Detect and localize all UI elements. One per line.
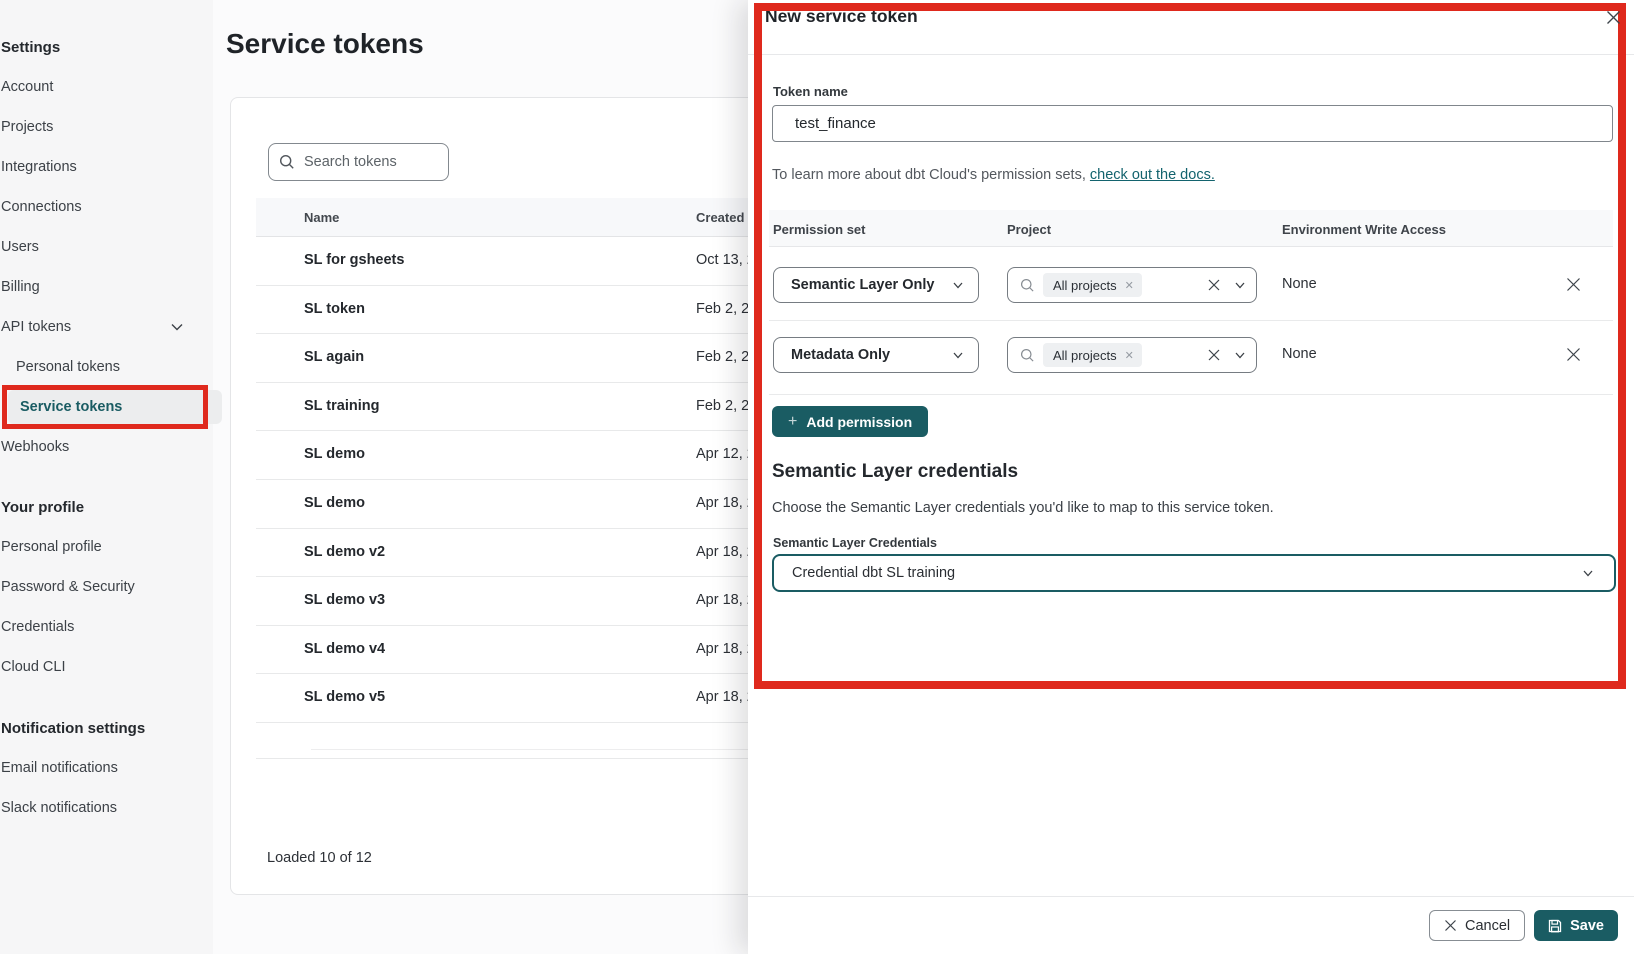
credentials-label: Semantic Layer Credentials [773,536,937,550]
sidebar-item-slack-notifications[interactable]: Slack notifications [0,788,213,828]
drawer-footer: Cancel Save [748,896,1634,954]
chevron-down-icon [1582,567,1594,579]
remove-permission-icon[interactable] [1560,341,1586,367]
sidebar-item-api-tokens[interactable]: API tokens [0,307,213,347]
divider [769,320,1613,321]
chevron-down-icon [170,320,184,334]
close-icon[interactable] [1601,5,1625,29]
sidebar-item-credentials[interactable]: Credentials [0,607,213,647]
sidebar-heading-notification-settings: Notification settings [0,708,213,748]
clear-icon[interactable] [1207,278,1221,292]
credentials-heading: Semantic Layer credentials [772,461,1018,483]
sidebar-item-webhooks[interactable]: Webhooks [0,427,213,467]
save-icon [1548,919,1562,933]
new-service-token-drawer: New service token Token name To learn mo… [748,0,1634,954]
permission-table-header [769,210,1613,247]
sidebar-item-password-security[interactable]: Password & Security [0,567,213,607]
drawer-header: New service token [748,0,1634,55]
search-input[interactable] [304,154,424,170]
token-name-label: Token name [773,84,848,99]
sidebar-heading-settings: Settings [0,27,213,67]
sidebar-item-billing[interactable]: Billing [0,267,213,307]
clear-icon[interactable] [1207,348,1221,362]
credentials-description: Choose the Semantic Layer credentials yo… [772,500,1274,516]
column-header-name: Name [304,210,339,225]
column-header-environment-write-access: Environment Write Access [1282,222,1446,237]
search-icon [1020,348,1035,363]
chevron-down-icon [952,279,964,291]
sidebar-item-email-notifications[interactable]: Email notifications [0,748,213,788]
close-icon [1444,919,1457,932]
sidebar-item-projects[interactable]: Projects [0,107,213,147]
search-icon [1020,278,1035,293]
project-multiselect[interactable]: All projects✕ [1007,267,1257,303]
chevron-down-icon[interactable] [1234,349,1246,361]
semantic-layer-credentials-select[interactable]: Credential dbt SL training [772,554,1616,592]
permission-set-select[interactable]: Semantic Layer Only [773,267,979,303]
add-permission-button[interactable]: + Add permission [772,406,928,437]
environment-write-access-value: None [1282,276,1317,292]
column-header-permission-set: Permission set [773,222,866,237]
chevron-down-icon[interactable] [1234,279,1246,291]
settings-sidebar: Settings Account Projects Integrations C… [0,0,213,954]
token-name-input[interactable] [772,105,1613,142]
search-tokens-box [268,143,449,181]
sidebar-item-personal-tokens[interactable]: Personal tokens [0,347,213,387]
project-chip: All projects✕ [1043,343,1142,367]
sidebar-item-integrations[interactable]: Integrations [0,147,213,187]
column-header-project: Project [1007,222,1051,237]
save-button[interactable]: Save [1534,910,1618,941]
drawer-title: New service token [765,6,918,27]
search-icon [279,154,295,170]
loaded-count-text: Loaded 10 of 12 [267,850,372,866]
chip-remove-icon[interactable]: ✕ [1125,349,1134,362]
column-header-created: Created [696,210,744,225]
sidebar-heading-your-profile: Your profile [0,487,213,527]
remove-permission-icon[interactable] [1560,271,1586,297]
sidebar-item-personal-profile[interactable]: Personal profile [0,527,213,567]
sidebar-item-account[interactable]: Account [0,67,213,107]
page-title: Service tokens [226,28,424,60]
permission-help-text: To learn more about dbt Cloud's permissi… [772,167,1215,183]
cancel-button[interactable]: Cancel [1429,910,1525,941]
divider [769,394,1613,395]
chip-remove-icon[interactable]: ✕ [1125,279,1134,292]
sidebar-item-connections[interactable]: Connections [0,187,213,227]
sidebar-item-cloud-cli[interactable]: Cloud CLI [0,647,213,687]
plus-icon: + [788,413,797,431]
project-multiselect[interactable]: All projects✕ [1007,337,1257,373]
project-chip: All projects✕ [1043,273,1142,297]
sidebar-item-service-tokens[interactable]: Service tokens [0,387,213,427]
docs-link[interactable]: check out the docs. [1090,167,1215,183]
permission-set-select[interactable]: Metadata Only [773,337,979,373]
sidebar-item-users[interactable]: Users [0,227,213,267]
environment-write-access-value: None [1282,346,1317,362]
chevron-down-icon [952,349,964,361]
